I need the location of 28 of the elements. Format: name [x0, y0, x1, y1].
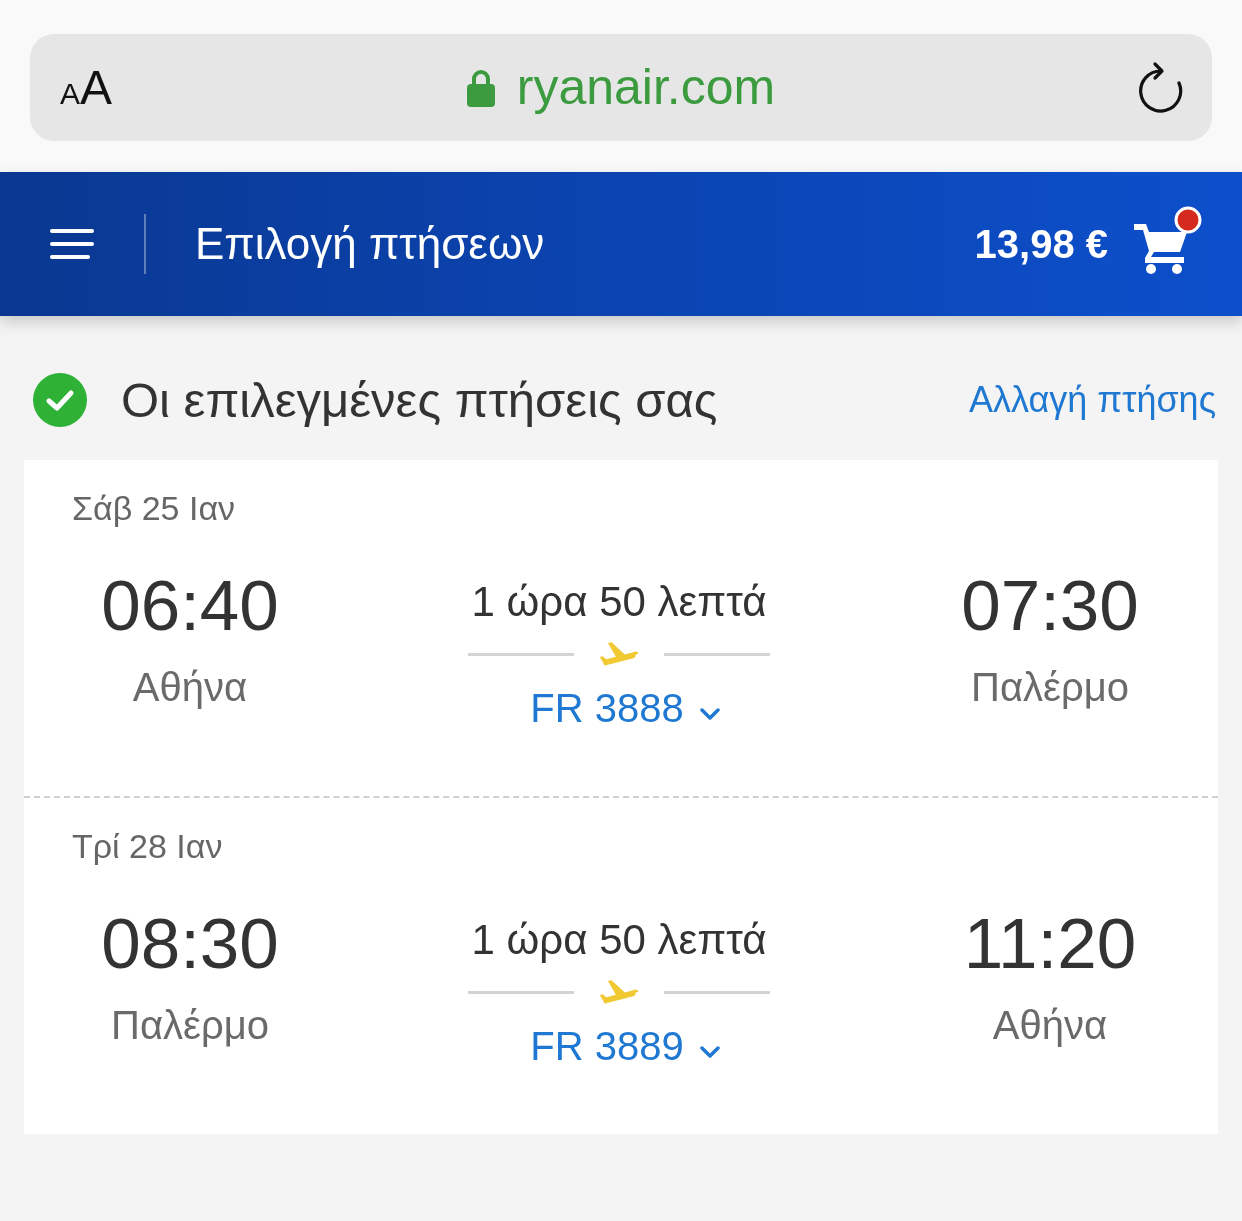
flight-duration: 1 ώρα 50 λεπτά [471, 578, 767, 626]
arrival-city: Αθήνα [992, 1002, 1108, 1049]
flight-number-button[interactable]: FR 3889 [518, 1022, 720, 1070]
departure-city: Αθήνα [132, 664, 248, 711]
cart-button[interactable] [1134, 206, 1202, 274]
airplane-icon [598, 642, 640, 666]
arrival-city: Παλέρμο [971, 664, 1129, 711]
page-title: Επιλογή πτήσεων [195, 219, 546, 269]
departure-time: 08:30 [101, 904, 279, 984]
flight-date: Σάβ 25 Ιαν [72, 488, 236, 528]
flight-number-button[interactable]: FR 3888 [518, 684, 720, 732]
departure-time: 06:40 [101, 566, 279, 646]
text-size-button[interactable]: AA [60, 63, 120, 112]
arrival-time: 07:30 [961, 566, 1139, 646]
cart-total: 13,98 € [974, 221, 1108, 267]
section-title: Οι επιλεγμένες πτήσεις σας [121, 372, 719, 428]
airplane-icon [598, 980, 640, 1004]
url-text: ryanair.com [516, 60, 776, 115]
menu-button[interactable] [48, 226, 96, 262]
arrival-time: 11:20 [963, 904, 1137, 984]
departure-city: Παλέρμο [111, 1002, 269, 1049]
check-circle-icon [33, 373, 87, 427]
flight-duration: 1 ώρα 50 λεπτά [471, 916, 767, 964]
menu-icon [49, 228, 95, 260]
flight-date: Τρί 28 Ιαν [72, 826, 223, 866]
change-flight-link[interactable]: Αλλαγή πτήσης [969, 379, 1216, 421]
reload-icon [1138, 60, 1184, 115]
address-bar[interactable]: AA ryanair.com [30, 34, 1212, 141]
